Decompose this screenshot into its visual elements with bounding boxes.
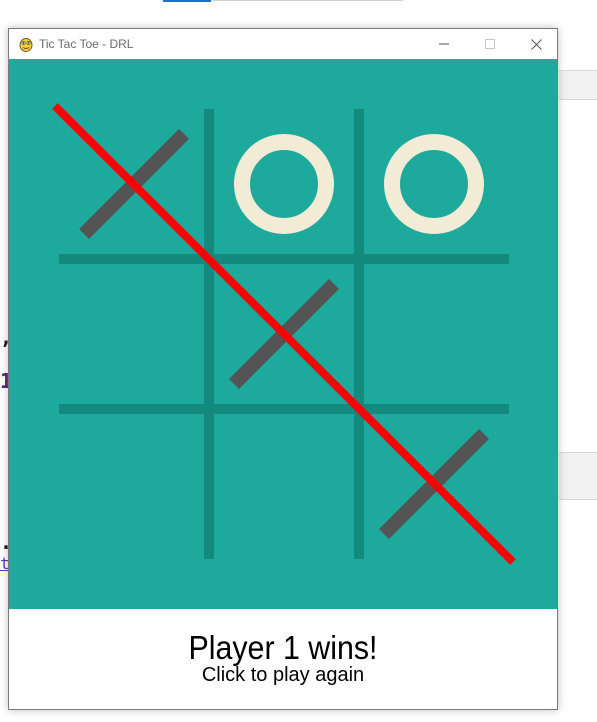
play-again-hint[interactable]: Click to play again <box>9 665 557 685</box>
status-area[interactable]: Player 1 wins! Click to play again <box>9 609 557 709</box>
board-cell-r3-c2[interactable] <box>209 409 359 559</box>
grid-line-horizontal <box>59 404 509 414</box>
background-panel-band <box>559 70 597 100</box>
minimize-icon <box>439 43 449 45</box>
close-icon <box>530 38 542 50</box>
background-tab-indicator <box>163 0 211 2</box>
game-window: Tic Tac Toe - DRL Player 1 wins! Click t… <box>8 28 558 710</box>
board-cell-r1-c2[interactable] <box>209 109 359 259</box>
board-cell-r1-c3[interactable] <box>359 109 509 259</box>
board-cell-r3-c1[interactable] <box>59 409 209 559</box>
minimize-button[interactable] <box>421 29 467 59</box>
maximize-button[interactable] <box>467 29 513 59</box>
game-board-area[interactable] <box>9 59 557 609</box>
window-title: Tic Tac Toe - DRL <box>39 37 134 51</box>
grid-line-vertical <box>204 109 214 559</box>
screen: , 1 . t Tic Tac Toe - DRL Player 1 wins!… <box>0 0 597 722</box>
winner-message: Player 1 wins! <box>188 629 378 666</box>
maximize-icon <box>485 39 495 49</box>
close-button[interactable] <box>513 29 559 59</box>
background-divider <box>211 0 403 1</box>
title-bar[interactable]: Tic Tac Toe - DRL <box>9 29 557 59</box>
game-board[interactable] <box>9 59 557 609</box>
grid-line-vertical <box>354 109 364 559</box>
board-cell-r2-c1[interactable] <box>59 259 209 409</box>
grid-line-horizontal <box>59 254 509 264</box>
pygame-snake-icon <box>19 38 33 52</box>
background-panel-band <box>559 452 597 500</box>
board-cell-r2-c3[interactable] <box>359 259 509 409</box>
